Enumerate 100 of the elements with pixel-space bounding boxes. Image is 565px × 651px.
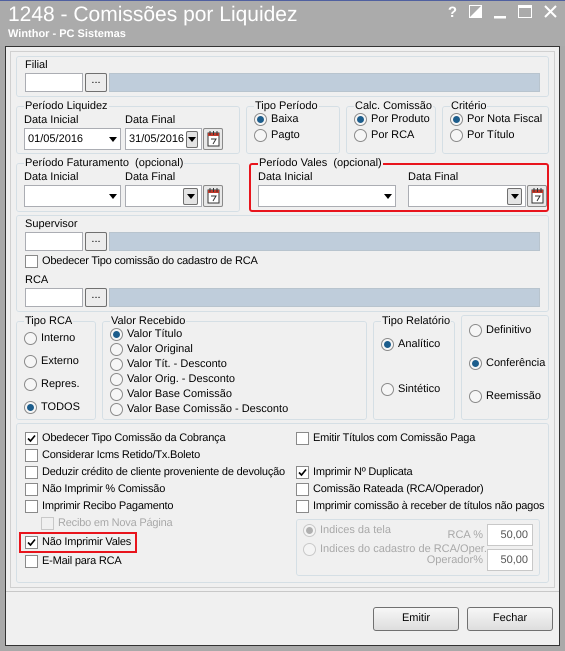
checkbox-label: Imprimir Nº Duplicata [313,466,412,479]
checkbox-label: Imprimir Recibo Pagamento [42,500,174,513]
group-title: Período Vales (opcional) [258,157,383,170]
lookup-button[interactable]: ... [85,288,107,307]
checkbox-label: Recibo em Nova Página [58,517,172,530]
checkbox-label: Não Imprimir Vales [42,536,132,549]
radio-button[interactable] [110,328,123,341]
radio-label: Indices da tela [320,524,391,537]
group-title: Tipo RCA [24,315,74,328]
calendar-icon[interactable] [203,185,223,207]
checkbox-label: Deduzir crédito de cliente proveniente de devolução [42,466,285,479]
radio-button[interactable] [354,129,367,142]
radio-button[interactable] [450,129,463,142]
radio-button[interactable] [254,113,267,126]
radio-button[interactable] [110,358,123,371]
radio-label: Pagto [271,129,300,142]
window-title: 1248 - Comissões por Liquidez [8,2,298,28]
radio-label: Definitivo [486,324,532,337]
group-title: Tipo Relatório [381,315,452,328]
dropdown-button[interactable] [507,188,522,204]
radio-label: Indices do cadastro de RCA/Oper. [320,543,487,555]
radio-button[interactable] [381,383,394,396]
radio-label: Repres. [41,378,80,391]
date-field[interactable] [125,185,202,207]
checkbox-label: Comissão Rateada (RCA/Operador) [313,483,484,496]
radio-label: Por RCA [371,129,414,142]
radio-label: Sintético [398,383,440,396]
field-label: RCA [25,273,50,288]
lookup-button[interactable]: ... [85,73,107,92]
calendar-icon[interactable] [203,128,223,150]
radio-button[interactable] [24,401,37,414]
checkbox[interactable] [25,483,38,496]
checkbox[interactable] [296,432,309,445]
radio-label: Conferência [486,357,546,370]
radio-button[interactable] [110,373,123,386]
checkbox[interactable] [296,500,309,513]
dropdown-button[interactable] [183,188,198,204]
code-field[interactable] [25,232,83,251]
caret-icon [188,136,196,142]
dialog-button[interactable]: Fechar [467,606,553,630]
date-field[interactable] [408,185,526,207]
radio-button[interactable] [110,403,123,416]
checkbox[interactable] [25,466,38,479]
checkbox[interactable] [25,432,38,445]
field-label: Data Inicial [24,170,80,185]
date-field[interactable] [24,185,121,207]
group-title: Critério [450,100,488,113]
checkbox-label: Obedecer Tipo Comissão da Cobrança [42,432,226,445]
checkbox[interactable] [296,483,309,496]
field-label: Data Final [125,170,176,185]
code-field[interactable] [25,73,83,92]
radio-button[interactable] [469,357,482,370]
radio-button[interactable] [354,113,367,126]
close-icon[interactable] [544,5,557,18]
lookup-button[interactable]: ... [85,232,107,251]
dialog-button[interactable]: Emitir [373,606,459,630]
caret-icon [109,136,117,142]
radio-button[interactable] [110,343,123,356]
checkbox[interactable] [25,255,38,268]
radio-button[interactable] [24,355,37,368]
group-title: Período Liquidez [24,100,109,113]
group-title: Período Faturamento (opcional) [24,157,184,170]
field-label: Data Final [408,170,460,185]
caret-icon [186,194,194,198]
checkbox[interactable] [25,449,38,462]
radio-label: Valor Título [127,328,182,341]
checkbox[interactable] [25,536,38,549]
field-label: Data Final [125,113,176,128]
checkbox-label: Emitir Títulos com Comissão Paga [313,432,476,445]
radio-button[interactable] [110,388,123,401]
half-square-icon[interactable] [469,5,482,18]
checkbox-label: E-Mail para RCA [42,555,122,568]
date-field[interactable]: 01/05/2016 [24,128,121,150]
code-field[interactable] [25,288,83,307]
checkbox[interactable] [25,555,38,568]
radio-label: Baixa [271,113,299,126]
radio-label: Valor Orig. - Desconto [127,373,236,386]
radio-button[interactable] [381,338,394,351]
radio-label: Por Nota Fiscal [467,113,542,126]
radio-button[interactable] [469,324,482,337]
date-field[interactable]: 31/05/2016 [125,128,202,150]
checkbox[interactable] [25,500,38,513]
radio-label: Por Produto [371,113,430,126]
radio-button[interactable] [469,390,482,403]
checkbox-label: Considerar Icms Retido/Tx.Boleto [42,449,200,462]
rate-label: Operador% [426,554,483,568]
radio-label: Valor Tít. - Desconto [127,358,227,371]
checkbox[interactable] [296,466,309,479]
radio-button[interactable] [450,113,463,126]
radio-label: Valor Original [127,343,193,356]
field-label: Data Inicial [258,170,314,185]
date-field[interactable] [258,185,396,207]
dropdown-button[interactable] [186,130,198,148]
calendar-icon[interactable] [527,185,547,207]
radio-button[interactable] [24,378,37,391]
radio-label: Analítico [398,338,440,351]
radio-button[interactable] [24,332,37,345]
maximize-icon[interactable] [518,5,532,18]
radio-button[interactable] [254,129,267,142]
radio-label: Valor Base Comissão [127,388,232,401]
